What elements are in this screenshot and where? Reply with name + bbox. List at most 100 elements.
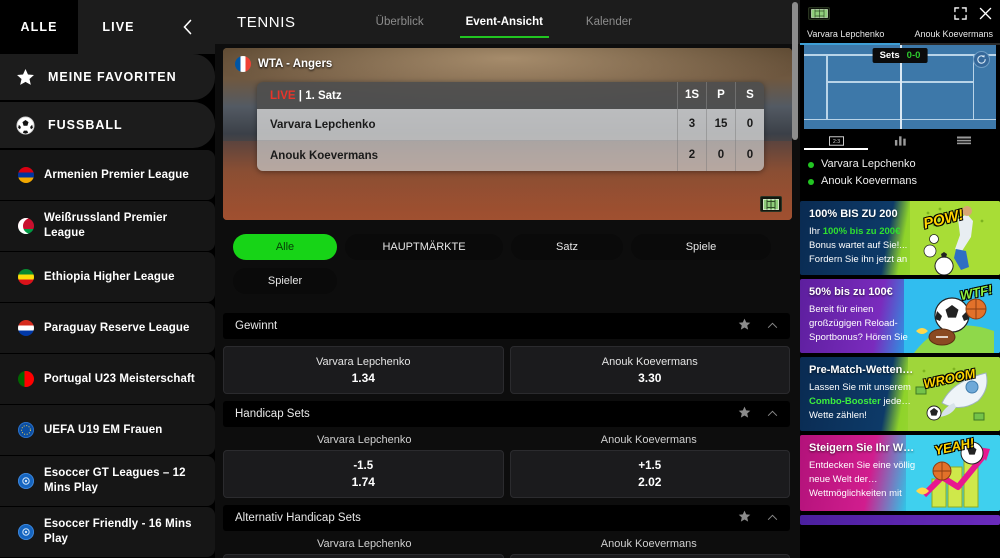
sidebar-item-esoccer-friendly[interactable]: Esoccer Friendly - 16 Mins Play	[0, 507, 215, 557]
star-icon[interactable]	[738, 510, 751, 526]
odds-value: 3.30	[638, 370, 662, 385]
status-separator: |	[298, 89, 302, 102]
tab-kalender-label: Kalender	[585, 16, 632, 28]
refresh-icon[interactable]	[973, 51, 990, 68]
tennis-court-icon[interactable]	[760, 196, 782, 212]
market-header-gewinnt[interactable]: Gewinnt	[223, 313, 790, 339]
flag-portugal-icon	[18, 371, 34, 387]
promo-line1-highlight: Combo-Booster	[809, 396, 881, 407]
markets-list: Gewinnt Varvara Lepchenko 1.34 Anouk Koe…	[215, 302, 800, 558]
tracker-tab-stats[interactable]	[868, 131, 932, 150]
sidebar-item-paraguay-reserve-league[interactable]: Paraguay Reserve League	[0, 303, 215, 353]
filter-chip-satz-label: Satz	[555, 241, 578, 253]
court-sideline-left	[826, 54, 828, 120]
promo-line2: neue Welt der…	[809, 474, 878, 485]
sidebar-tab-alle-label: ALLE	[20, 20, 58, 34]
odds-selection-name: Anouk Koevermans	[601, 355, 698, 368]
chevron-up-icon[interactable]	[767, 321, 778, 332]
scoreboard-row-player2: Anouk Koevermans 2 0 0	[257, 140, 764, 171]
odds-button-gewinnt-2[interactable]: Anouk Koevermans 3.30	[509, 346, 790, 394]
sidebar-item-esoccer-gt-leagues-label: Esoccer GT Leagues – 12 Mins Play	[44, 467, 186, 494]
tracker-tab-list[interactable]	[932, 131, 996, 150]
promo-banner-combo-booster[interactable]: WROOM Pre-Match-Wetten… Lassen Sie mit u…	[800, 357, 1000, 431]
sidebar-item-armenien-premier-league[interactable]: Armenien Premier League	[0, 150, 215, 200]
fullscreen-icon[interactable]	[954, 6, 967, 20]
sidebar-item-uefa-u19-em-frauen[interactable]: UEFA U19 EM Frauen	[0, 405, 215, 455]
star-icon[interactable]	[738, 318, 751, 334]
promo-text: Entdecken Sie eine völlig neue Welt der……	[809, 459, 966, 501]
promo-banner-reload-bonus[interactable]: WTF! 50% bis zu 100€ Bereit für einen gr…	[800, 279, 1000, 353]
status-dot-icon	[808, 161, 814, 168]
odds-button-alt-handicap-2[interactable]: +0.5	[509, 554, 790, 558]
promo-title: Steigern Sie Ihr W…	[809, 442, 915, 454]
promo-text: Bereit für einen großzügigen Reload- Spo…	[809, 303, 966, 345]
filter-chip-satz[interactable]: Satz	[511, 234, 623, 260]
scoreboard-col-1s: 1S	[677, 82, 706, 109]
promo-line3: Sportbonus? Hören Sie	[809, 332, 908, 343]
odds-button-handicap-1[interactable]: -1.5 1.74	[223, 450, 504, 498]
odds-button-handicap-2[interactable]: +1.5 2.02	[509, 450, 790, 498]
sidebar-item-esoccer-gt-leagues[interactable]: Esoccer GT Leagues – 12 Mins Play	[0, 456, 215, 506]
market-label-player2: Anouk Koevermans	[600, 434, 697, 446]
promo-banner-next[interactable]	[800, 515, 1000, 525]
promo-banner-betting-world[interactable]: YEAH! Steigern Sie Ihr W… Entdecken Sie …	[800, 435, 1000, 511]
odds-button-alt-handicap-1[interactable]: -0.5	[223, 554, 504, 558]
sidebar-item-ethiopia-higher-league[interactable]: Ethiopia Higher League	[0, 252, 215, 302]
tab-uberblick-label: Überblick	[375, 16, 424, 28]
main-topbar: TENNIS Überblick Event-Ansicht Kalender	[215, 0, 800, 44]
tab-uberblick[interactable]: Überblick	[348, 0, 452, 44]
star-icon[interactable]	[738, 406, 751, 422]
scoreboard-col-s: S	[735, 82, 764, 109]
sidebar-item-favorites-label: MEINE FAVORITEN	[48, 70, 177, 84]
tracker-legend: Varvara Lepchenko Anouk Koevermans	[800, 150, 1000, 197]
market-filter-chips: Alle HAUPTMÄRKTE Satz Spiele Spieler	[215, 220, 800, 302]
market-header-handicap-sets[interactable]: Handicap Sets	[223, 401, 790, 427]
tracker-legend-label: Anouk Koevermans	[821, 175, 917, 187]
promo-line1-highlight: 100% bis zu 200€	[822, 226, 901, 237]
sidebar-item-portugal-u23-meisterschaft[interactable]: Portugal U23 Meisterschaft	[0, 354, 215, 404]
filter-chip-hauptmaerkte-label: HAUPTMÄRKTE	[382, 241, 466, 253]
promo-line2: Bonus wartet auf Sie!...	[809, 240, 908, 251]
sidebar-item-weissrussland-premier-league-label: Weißrussland Premier League	[44, 212, 168, 239]
tab-event-ansicht[interactable]: Event-Ansicht	[452, 0, 557, 44]
market-label-player2: Anouk Koevermans	[600, 538, 697, 550]
sidebar-item-favorites[interactable]: MEINE FAVORITEN	[0, 54, 215, 100]
event-league: WTA - Angers	[235, 56, 332, 72]
tracker-sets-label: Sets	[879, 50, 900, 61]
market-odds-alternativ-handicap-sets: -0.5 +0.5	[223, 554, 790, 558]
market-labels-handicap-sets: Varvara Lepchenko Anouk Koevermans	[223, 427, 790, 450]
sidebar-item-fussball[interactable]: FUSSBALL	[0, 102, 215, 148]
promo-banner-welcome-bonus[interactable]: POW! 100% BIS ZU 200 Ihr 100% bis zu 200…	[800, 201, 1000, 275]
promo-title: Pre-Match-Wetten…	[809, 364, 914, 376]
filter-chip-spieler[interactable]: Spieler	[233, 268, 337, 294]
filter-chip-alle[interactable]: Alle	[233, 234, 337, 260]
market-label-player1: Varvara Lepchenko	[316, 434, 412, 446]
sidebar-item-uefa-u19-em-frauen-label: UEFA U19 EM Frauen	[44, 423, 163, 436]
sidebar-collapse-button[interactable]	[159, 0, 215, 54]
odds-handicap: -1.5	[353, 459, 374, 472]
market-header-alternativ-handicap-sets[interactable]: Alternativ Handicap Sets	[223, 505, 790, 531]
scoreboard-player1-set1: 3	[677, 109, 706, 140]
status-dot-icon	[808, 178, 814, 185]
tab-kalender[interactable]: Kalender	[557, 0, 661, 44]
filter-chip-spiele[interactable]: Spiele	[631, 234, 771, 260]
main-scrollbar[interactable]	[792, 2, 798, 140]
sidebar-tab-alle[interactable]: ALLE	[0, 0, 78, 54]
promo-title: 100% BIS ZU 200	[809, 208, 898, 220]
promo-line2: großzügigen Reload-	[809, 318, 898, 329]
tennis-court-icon[interactable]	[808, 6, 830, 20]
filter-chip-hauptmaerkte[interactable]: HAUPTMÄRKTE	[345, 234, 503, 260]
sidebar-item-weissrussland-premier-league[interactable]: Weißrussland Premier League	[0, 201, 215, 251]
promo-line3: Fordern Sie ihn jetzt an	[809, 254, 908, 265]
scoreboard-icon: 2:3	[828, 135, 844, 146]
odds-button-gewinnt-1[interactable]: Varvara Lepchenko 1.34	[223, 346, 504, 394]
chevron-up-icon[interactable]	[767, 513, 778, 524]
sidebar-tab-live[interactable]: LIVE	[78, 0, 159, 54]
close-icon[interactable]	[979, 7, 992, 20]
svg-text:2:3: 2:3	[832, 139, 839, 145]
chevron-up-icon[interactable]	[767, 409, 778, 420]
promo-line1-pre: Lassen Sie mit unserem	[809, 382, 911, 393]
scoreboard-table: LIVE | 1. Satz 1S P S Varvara Lepchenko …	[257, 82, 764, 171]
market-odds-gewinnt: Varvara Lepchenko 1.34 Anouk Koevermans …	[223, 346, 790, 394]
promo-line3: Wettmöglichkeiten mit	[809, 488, 902, 499]
